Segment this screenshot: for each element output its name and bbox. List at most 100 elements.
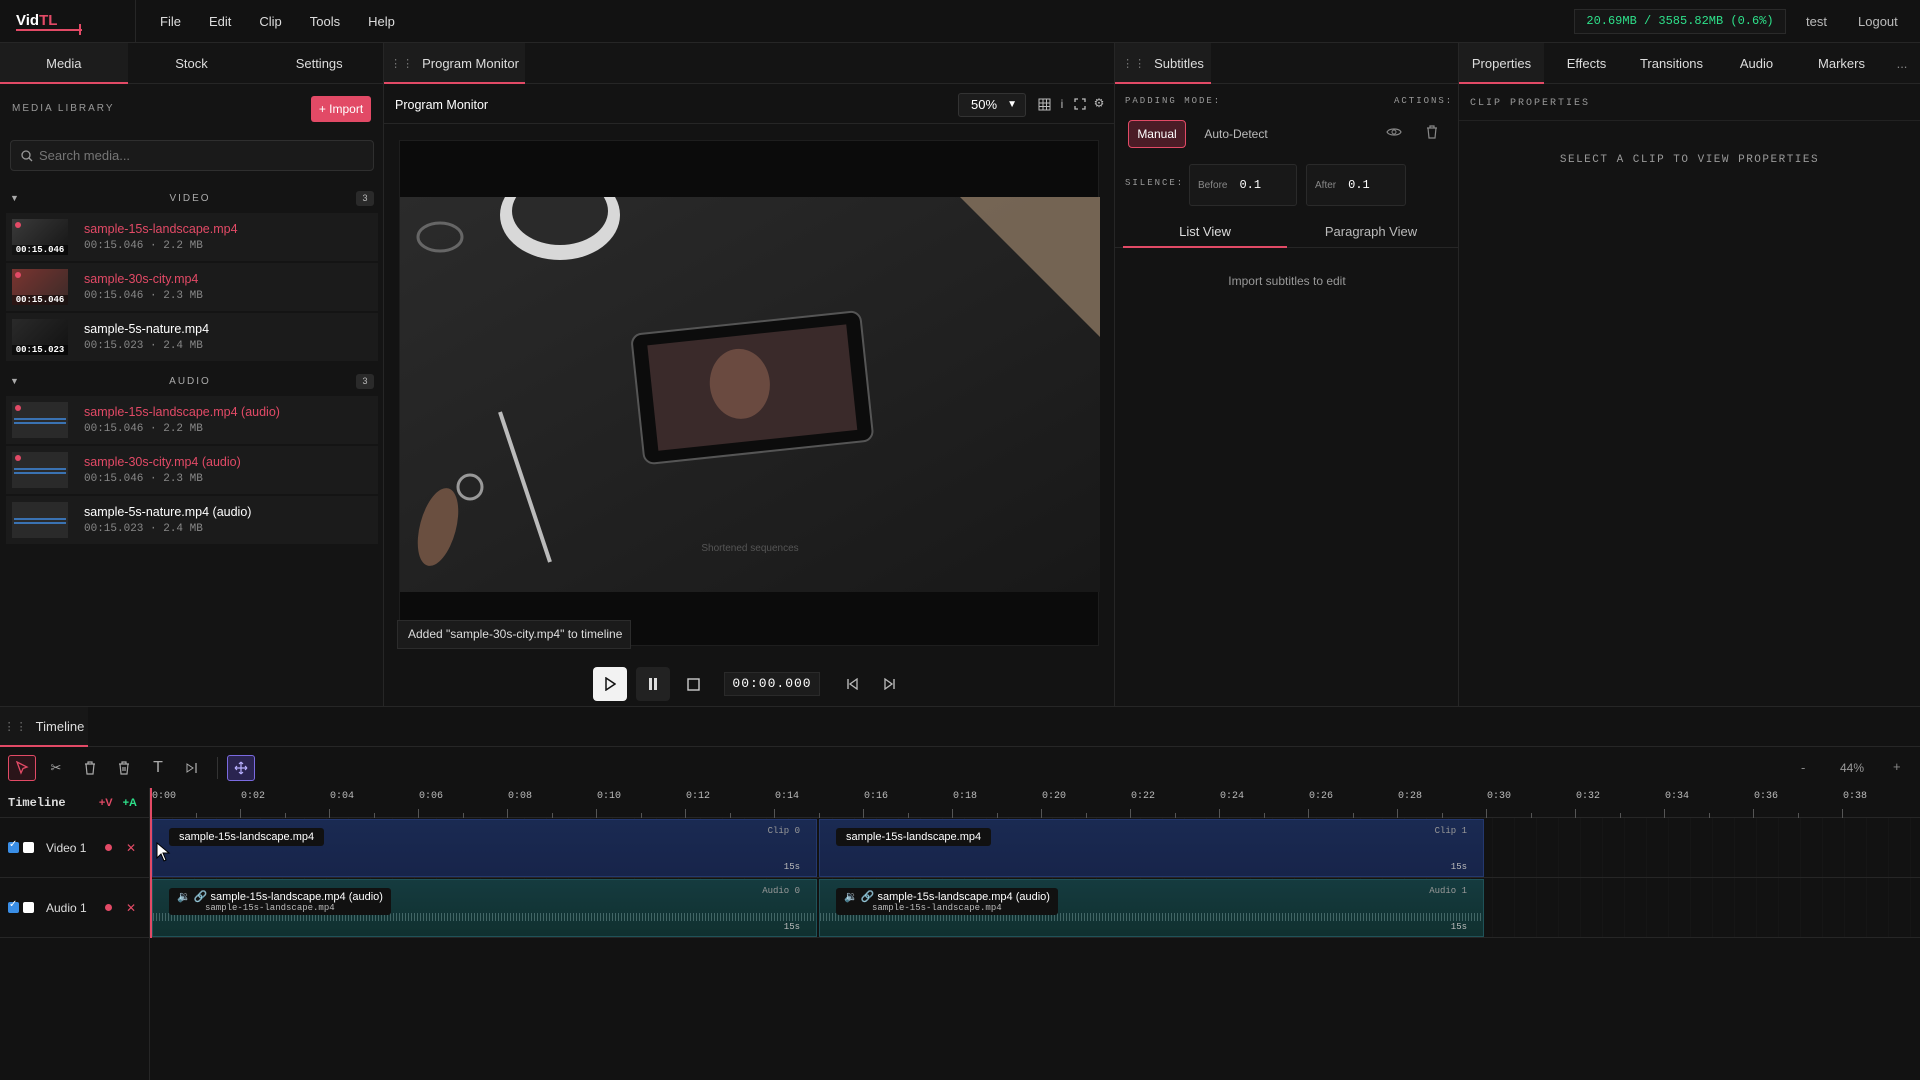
after-value: 0.1 — [1348, 178, 1370, 192]
timeline-label: Timeline — [8, 795, 66, 810]
import-button[interactable]: + Import — [311, 96, 371, 122]
media-item-video-1[interactable]: 00:15.046 sample-30s-city.mp4 00:15.046 ·… — [6, 263, 378, 311]
eye-icon[interactable] — [1385, 123, 1403, 141]
record-icon[interactable] — [104, 844, 112, 851]
auto-detect-button[interactable]: Auto-Detect — [1192, 120, 1280, 148]
before-field[interactable]: Before 0.1 — [1189, 164, 1297, 206]
info-icon[interactable]: i — [1058, 96, 1066, 112]
menu-file[interactable]: File — [160, 14, 181, 29]
ripple-delete-tool[interactable] — [110, 755, 138, 781]
zoom-select[interactable]: 50% ▼ — [958, 93, 1026, 117]
video-frame: Shortened sequences — [400, 170, 1100, 592]
tab-media[interactable]: Media — [0, 43, 128, 84]
tab-settings[interactable]: Settings — [255, 43, 383, 83]
select-tool[interactable] — [8, 755, 36, 781]
link-icon: 🔗 — [193, 891, 208, 903]
tab-audio[interactable]: Audio — [1714, 43, 1799, 83]
skip-forward-button[interactable] — [873, 667, 907, 701]
track-lock-checkbox[interactable] — [23, 842, 34, 853]
tab-markers[interactable]: Markers — [1799, 43, 1884, 83]
media-item-audio-2[interactable]: sample-5s-nature.mp4 (audio) 00:15.023 · … — [6, 496, 378, 544]
play-button[interactable] — [593, 667, 627, 701]
tab-timeline[interactable]: ⋮⋮ Timeline — [0, 707, 88, 747]
media-item-audio-0[interactable]: sample-15s-landscape.mp4 (audio) 00:15.04… — [6, 396, 378, 444]
trash-icon[interactable] — [1424, 123, 1440, 141]
snap-tool[interactable] — [227, 755, 255, 781]
time-ruler[interactable]: 0:00 0:02 0:04 0:06 0:08 0:10 0:12 0:14 0:16 0:18… — [150, 788, 1920, 818]
play-icon — [605, 677, 616, 691]
ruler-label: 0:30 — [1487, 791, 1512, 802]
audio-thumbnail — [12, 452, 68, 488]
media-item-video-0[interactable]: 00:15.046 sample-15s-landscape.mp4 00:15.… — [6, 213, 378, 261]
gear-icon[interactable]: ⚙ — [1093, 96, 1105, 110]
track-visible-checkbox[interactable] — [8, 899, 19, 913]
clip-properties-title: CLIP PROPERTIES — [1470, 98, 1591, 109]
playhead[interactable] — [150, 788, 152, 938]
remove-track-icon[interactable]: ✕ — [126, 841, 136, 855]
tab-paragraph-view[interactable]: Paragraph View — [1289, 216, 1453, 247]
add-audio-track-button[interactable]: +A — [123, 797, 137, 809]
media-name: sample-5s-nature.mp4 (audio) — [84, 505, 252, 519]
menu-help[interactable]: Help — [368, 14, 395, 29]
track-header-video-1: Video 1 ✕ — [0, 818, 150, 878]
ruler-tick — [1664, 809, 1665, 818]
clip-source: sample-15s-landscape.mp4 — [872, 903, 1002, 913]
clip-duration: 15s — [1450, 862, 1467, 872]
media-item-audio-1[interactable]: sample-30s-city.mp4 (audio) 00:15.046 · 2… — [6, 446, 378, 494]
manual-button[interactable]: Manual — [1128, 120, 1186, 148]
video-clip-1[interactable]: sample-15s-landscape.mp4 Clip 1 15s — [819, 819, 1484, 877]
tab-list-view[interactable]: List View — [1123, 216, 1287, 248]
track-lock-checkbox[interactable] — [23, 902, 34, 913]
record-icon[interactable] — [104, 904, 112, 911]
media-item-video-2[interactable]: 00:15.023 sample-5s-nature.mp4 00:15.023 … — [6, 313, 378, 361]
top-bar: VidTL File Edit Clip Tools Help 20.69MB … — [0, 0, 1920, 43]
tab-properties[interactable]: Properties — [1459, 43, 1544, 84]
fullscreen-icon[interactable] — [1073, 97, 1087, 111]
logo: VidTL — [0, 0, 136, 43]
ruler-tick — [1842, 809, 1843, 818]
skip-back-button[interactable] — [835, 667, 869, 701]
audio-group-header[interactable]: ▼ AUDIO 3 — [10, 372, 374, 390]
stop-button[interactable] — [676, 667, 710, 701]
preview-canvas[interactable]: Shortened sequences — [399, 140, 1100, 646]
scissors-icon: ✂ — [50, 760, 62, 775]
zoom-in-button[interactable]: + — [1893, 759, 1901, 774]
before-value: 0.1 — [1239, 178, 1262, 192]
delete-tool[interactable] — [76, 755, 104, 781]
pause-button[interactable] — [636, 667, 670, 701]
video-thumbnail: 00:15.023 — [12, 319, 68, 355]
ruler-tick — [240, 809, 241, 818]
audio-clip-1[interactable]: 🔉 🔗 sample-15s-landscape.mp4 (audio) samp… — [819, 879, 1484, 937]
video-clip-0[interactable]: sample-15s-landscape.mp4 Clip 0 15s — [152, 819, 817, 877]
logout-button[interactable]: Logout — [1858, 14, 1898, 29]
more-tabs-icon[interactable]: ... — [1884, 43, 1920, 83]
trim-tool[interactable] — [178, 755, 206, 781]
collapse-caret-icon[interactable]: ▼ — [10, 193, 24, 203]
audio-clip-0[interactable]: 🔉 🔗 sample-15s-landscape.mp4 (audio) samp… — [152, 879, 817, 937]
remove-track-icon[interactable]: ✕ — [126, 901, 136, 915]
track-visible-checkbox[interactable] — [8, 839, 19, 853]
razor-tool[interactable]: ✂ — [42, 755, 70, 781]
menu-clip[interactable]: Clip — [259, 14, 281, 29]
toast-message: Added "sample-30s-city.mp4" to timeline — [397, 620, 631, 649]
ruler-tick — [329, 809, 330, 818]
tab-effects[interactable]: Effects — [1544, 43, 1629, 83]
search-input[interactable] — [39, 148, 359, 163]
menu-edit[interactable]: Edit — [209, 14, 231, 29]
add-video-track-button[interactable]: +V — [99, 797, 113, 809]
speaker-icon: 🔉 — [844, 891, 858, 903]
tab-stock[interactable]: Stock — [128, 43, 256, 83]
tab-program-monitor[interactable]: ⋮⋮ Program Monitor — [384, 43, 525, 84]
text-tool[interactable]: T — [144, 755, 172, 781]
zoom-out-button[interactable]: - — [1801, 760, 1805, 775]
tab-subtitles[interactable]: ⋮⋮ Subtitles — [1115, 43, 1211, 84]
grid-icon[interactable] — [1037, 97, 1051, 111]
tab-transitions[interactable]: Transitions — [1629, 43, 1714, 83]
skip-to-end-icon — [186, 763, 197, 773]
collapse-caret-icon[interactable]: ▼ — [10, 376, 24, 386]
ruler-label: 0:36 — [1754, 791, 1779, 802]
menu-tools[interactable]: Tools — [310, 14, 340, 29]
after-field[interactable]: After 0.1 — [1306, 164, 1406, 206]
video-group-header[interactable]: ▼ VIDEO 3 — [10, 189, 374, 207]
ruler-label: 0:04 — [330, 791, 355, 802]
